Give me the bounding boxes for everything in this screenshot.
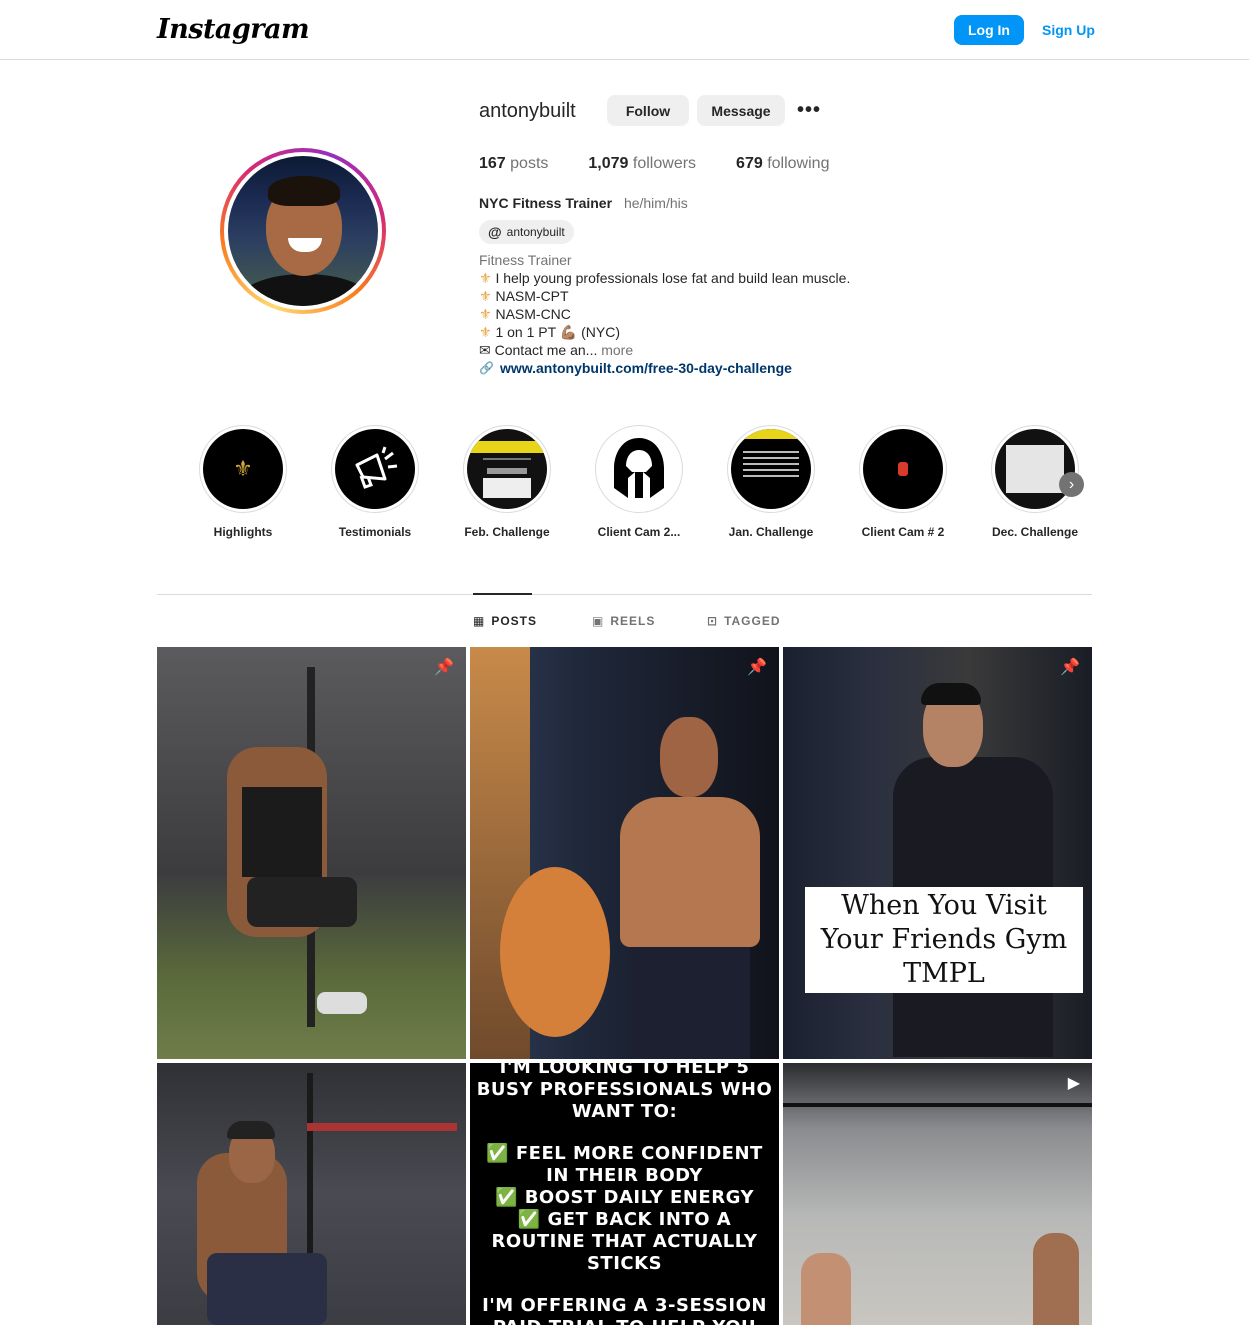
highlight-item[interactable]: Feb. Challenge [442,425,572,539]
avatar-image [228,156,378,306]
highlight-thumbnail [731,429,811,439]
bio-website-link[interactable]: 🔗 www.antonybuilt.com/free-30-day-challe… [479,359,850,377]
profile-avatar[interactable] [220,148,386,314]
bio-line: ⚜ 1 on 1 PT 💪🏽 (NYC) [479,324,620,340]
login-button[interactable]: Log In [954,15,1024,45]
highlight-thumbnail [467,440,547,453]
profile-stats: 167 posts 1,079 followers 679 following [479,155,829,173]
more-options-icon[interactable]: ••• [797,99,821,122]
top-nav: Instagram Log In Sign Up [0,0,1249,60]
check-icon: ✅ [494,1187,518,1208]
bio-line: ⚜ I help young professionals lose fat an… [479,270,851,286]
profile-name-line: NYC Fitness Trainer he/him/his [479,195,688,211]
tab-reels[interactable]: ▣ REELS [592,614,655,628]
profile-category: Fitness Trainer [479,252,572,268]
post-thumbnail[interactable] [157,1063,466,1325]
post-thumbnail[interactable]: When You Visit Your Friends Gym TMPL 📌 [783,647,1092,1059]
tab-tagged[interactable]: ⊡ TAGGED [707,614,781,628]
reels-icon: ▣ [592,614,605,628]
fleur-de-lis-icon: ⚜ [479,288,492,304]
post-thumbnail[interactable]: 📌 [157,647,466,1059]
followers-stat[interactable]: 1,079 followers [588,155,696,173]
tabs-divider [157,594,1092,595]
post-thumbnail[interactable]: I'M LOOKING TO HELP 5 BUSY PROFESSIONALS… [470,1063,779,1325]
post-text: I'M LOOKING TO HELP 5 BUSY PROFESSIONALS… [476,1063,773,1325]
envelope-icon: ✉ [479,342,491,358]
highlight-item[interactable]: Jan. Challenge [706,425,836,539]
following-stat[interactable]: 679 following [736,155,829,173]
highlight-item[interactable]: Client Cam # 2 [838,425,968,539]
posts-stat: 167 posts [479,155,549,172]
pin-icon: 📌 [1060,659,1080,676]
threads-handle: antonybuilt [506,225,565,239]
post-overlay-text: When You Visit Your Friends Gym TMPL [805,887,1083,993]
fleur-de-lis-icon: ⚜ [233,456,253,481]
megaphone-icon [355,446,398,489]
bio-line: ⚜ NASM-CPT [479,288,569,304]
pin-icon: 📌 [747,659,767,676]
pin-icon: 📌 [434,659,454,676]
profile-full-name: NYC Fitness Trainer [479,195,613,211]
fleur-de-lis-icon: ⚜ [479,324,492,340]
link-icon: 🔗 [479,361,494,375]
active-tab-indicator [473,593,532,595]
highlight-thumbnail [1006,445,1064,493]
highlight-item[interactable]: Client Cam 2... [574,425,704,539]
chevron-right-icon[interactable]: › [1059,472,1084,497]
bio-line: ⚜ NASM-CNC [479,306,571,322]
grid-icon: ▦ [473,614,486,628]
threads-icon: @ [488,224,502,240]
threads-badge[interactable]: @ antonybuilt [479,220,574,244]
tab-posts[interactable]: ▦ POSTS [473,614,537,628]
bio-line: ✉ Contact me an... more [479,342,634,358]
bio-more-link[interactable]: more [601,342,633,358]
highlight-item[interactable]: Testimonials [310,425,440,539]
instagram-logo[interactable]: Instagram [157,14,310,45]
fleur-de-lis-icon: ⚜ [479,270,492,286]
reel-icon: ▶ [1067,1075,1080,1092]
message-button[interactable]: Message [697,95,785,126]
fleur-de-lis-icon: ⚜ [479,306,492,322]
post-thumbnail[interactable]: 📌 [470,647,779,1059]
post-thumbnail[interactable]: ▶ [783,1063,1092,1325]
check-icon: ✅ [517,1209,541,1230]
spartan-helmet-icon [614,438,664,498]
follow-button[interactable]: Follow [607,95,689,126]
record-icon [898,462,908,476]
profile-bio: Fitness Trainer ⚜ I help young professio… [479,251,850,377]
highlight-item[interactable]: ⚜ Highlights [178,425,308,539]
signup-link[interactable]: Sign Up [1042,22,1095,38]
profile-username: antonybuilt [479,100,576,122]
check-icon: ✅ [486,1143,510,1164]
tagged-icon: ⊡ [707,614,719,628]
profile-pronouns: he/him/his [623,195,688,211]
